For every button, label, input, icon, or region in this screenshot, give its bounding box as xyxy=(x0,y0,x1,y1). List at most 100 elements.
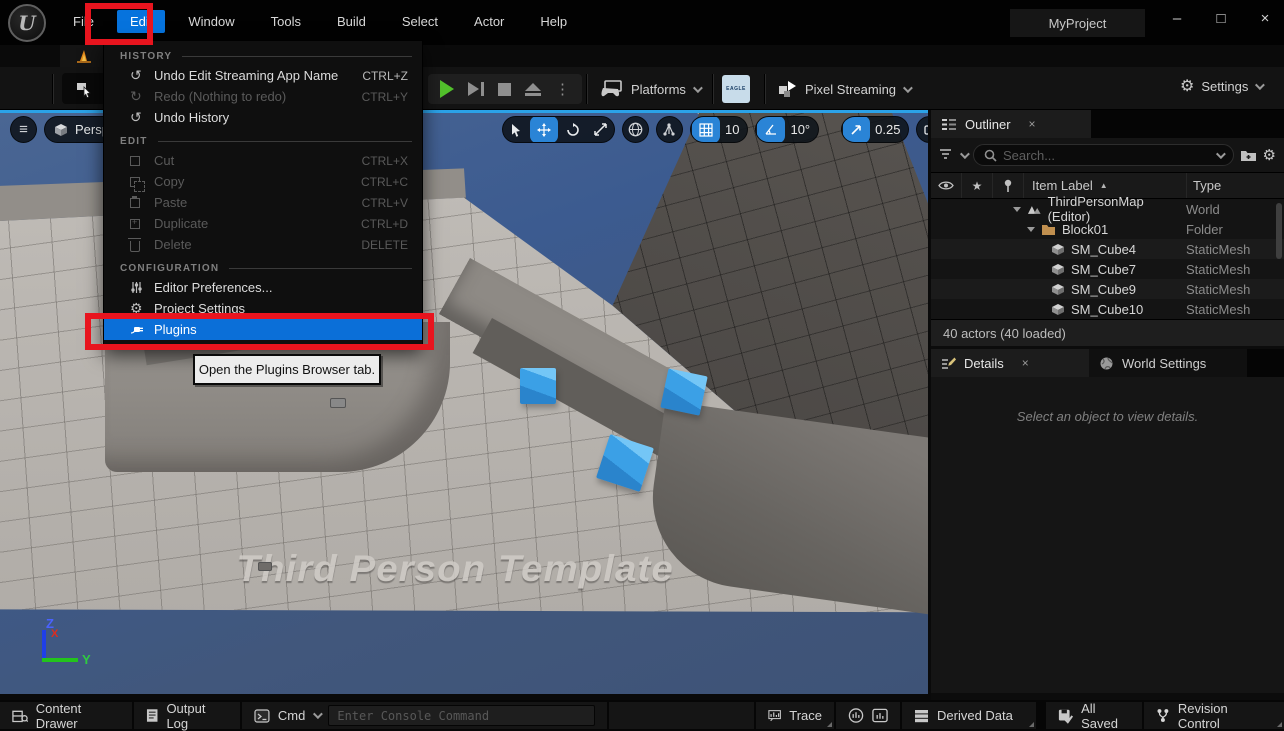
eject-button[interactable] xyxy=(525,83,541,96)
search-input[interactable] xyxy=(1003,148,1210,163)
tab-world-settings[interactable]: World Settings xyxy=(1089,349,1247,377)
menu-item-label: Copy xyxy=(152,174,361,189)
menu-item-undo-history[interactable]: ↺ Undo History xyxy=(104,107,422,128)
outliner-scrollbar[interactable] xyxy=(1276,203,1282,259)
blue-cube[interactable] xyxy=(660,368,707,415)
move-tool-button[interactable] xyxy=(530,116,558,143)
close-button[interactable]: × xyxy=(1256,10,1274,27)
tab-label: Details xyxy=(964,356,1004,371)
scale-snap-button[interactable] xyxy=(843,116,870,143)
player-start-marker[interactable] xyxy=(330,398,346,408)
derived-data-button[interactable]: Derived Data xyxy=(902,702,1036,729)
console-command-input[interactable] xyxy=(328,705,595,726)
player-start-marker[interactable] xyxy=(258,562,272,571)
insights-store-icon[interactable] xyxy=(872,707,888,724)
caret-down-icon[interactable] xyxy=(1027,227,1035,232)
menu-item-duplicate[interactable]: Duplicate CTRL+D xyxy=(104,213,422,234)
select-tool-button[interactable] xyxy=(503,116,529,143)
tab-details[interactable]: Details × xyxy=(931,349,1089,377)
menu-item-label: Paste xyxy=(152,195,362,210)
menu-section-edit: EDIT xyxy=(104,132,422,150)
outliner-search-box[interactable] xyxy=(973,144,1234,166)
select-mode-button[interactable] xyxy=(62,73,106,104)
maximize-button[interactable]: □ xyxy=(1212,10,1230,27)
menu-actor[interactable]: Actor xyxy=(461,10,517,33)
type-column-header[interactable]: Type xyxy=(1187,173,1284,198)
menu-window[interactable]: Window xyxy=(175,10,247,33)
content-drawer-button[interactable]: Content Drawer xyxy=(0,702,132,729)
menu-item-cut[interactable]: Cut CTRL+X xyxy=(104,150,422,171)
menu-item-paste[interactable]: Paste CTRL+V xyxy=(104,192,422,213)
tab-outliner[interactable]: Outliner × xyxy=(931,110,1091,138)
blue-cube[interactable] xyxy=(520,368,556,404)
move-icon xyxy=(537,123,551,137)
row-type: StaticMesh xyxy=(1186,302,1284,317)
world-coordinate-button[interactable] xyxy=(622,116,649,143)
play-button[interactable] xyxy=(440,80,454,98)
pixel-streaming-button[interactable]: Pixel Streaming xyxy=(778,80,910,98)
platforms-button[interactable]: Platforms xyxy=(600,80,700,98)
staticmesh-icon xyxy=(1051,283,1065,296)
settings-label: Settings xyxy=(1201,79,1248,94)
menu-select[interactable]: Select xyxy=(389,10,451,33)
menu-item-undo[interactable]: ↺ Undo Edit Streaming App Name CTRL+Z xyxy=(104,65,422,86)
sort-ascending-icon: ▲ xyxy=(1100,181,1108,190)
transform-tools xyxy=(502,116,615,143)
menu-item-editor-preferences[interactable]: Editor Preferences... xyxy=(104,277,422,298)
menu-tools[interactable]: Tools xyxy=(258,10,314,33)
table-row[interactable]: Block01 Folder xyxy=(931,219,1284,239)
revision-control-button[interactable]: Revision Control xyxy=(1144,702,1284,729)
scale-tool-button[interactable] xyxy=(587,116,614,143)
details-tab-bar: Details × World Settings xyxy=(931,349,1284,377)
submenu-corner xyxy=(827,722,832,727)
eagle-plugin-button[interactable]: EAGLE xyxy=(722,75,750,103)
details-icon xyxy=(941,356,956,370)
sliders-icon xyxy=(130,281,152,294)
scale-snap-value[interactable]: 0.25 xyxy=(871,122,908,137)
table-row[interactable]: SM_Cube10 StaticMesh xyxy=(931,299,1284,319)
chevron-down-icon[interactable] xyxy=(960,149,970,159)
menu-help[interactable]: Help xyxy=(527,10,580,33)
snap-toolbar: 10 10° 0.25 xyxy=(502,116,928,143)
grid-snap-button[interactable] xyxy=(692,116,720,143)
project-title-tab[interactable]: MyProject xyxy=(1010,9,1145,37)
table-row[interactable]: ThirdPersonMap (Editor) World xyxy=(931,199,1284,219)
insights-session-icon[interactable] xyxy=(848,707,864,724)
rotation-snap-button[interactable] xyxy=(757,116,785,143)
menu-build[interactable]: Build xyxy=(324,10,379,33)
play-options-kebab-icon[interactable]: ⋮ xyxy=(555,80,570,98)
close-icon[interactable]: × xyxy=(1022,356,1029,370)
redo-icon: ↻ xyxy=(130,88,152,105)
surface-snapping-button[interactable] xyxy=(656,116,683,143)
filter-icon[interactable] xyxy=(939,149,954,161)
new-folder-icon[interactable] xyxy=(1240,148,1257,162)
table-row[interactable]: SM_Cube4 StaticMesh xyxy=(931,239,1284,259)
grid-snap-value[interactable]: 10 xyxy=(721,122,747,137)
minimize-button[interactable]: – xyxy=(1168,10,1186,27)
cmd-label[interactable]: Cmd xyxy=(278,708,305,723)
chevron-down-icon[interactable] xyxy=(1216,149,1226,159)
close-icon[interactable]: × xyxy=(1029,117,1036,131)
delete-icon xyxy=(130,238,152,252)
gear-icon[interactable]: ⚙ xyxy=(1263,146,1276,164)
menu-item-copy[interactable]: Copy CTRL+C xyxy=(104,171,422,192)
trace-button[interactable]: Trace xyxy=(756,702,834,729)
rotate-tool-button[interactable] xyxy=(559,116,587,143)
rotation-snap-value[interactable]: 10° xyxy=(786,122,818,137)
settings-button[interactable]: ⚙ Settings xyxy=(1180,76,1262,96)
viewport-options-button[interactable]: ≡ xyxy=(10,116,37,143)
table-row[interactable]: SM_Cube9 StaticMesh xyxy=(931,279,1284,299)
chevron-down-icon[interactable] xyxy=(313,709,323,719)
output-log-button[interactable]: Output Log xyxy=(134,702,240,729)
outliner-tree: ThirdPersonMap (Editor) World Block01 Fo… xyxy=(931,199,1284,319)
scale-arrow-icon xyxy=(850,123,863,136)
table-row[interactable]: SM_Cube7 StaticMesh xyxy=(931,259,1284,279)
undo-icon: ↺ xyxy=(130,67,152,84)
frame-skip-button[interactable] xyxy=(468,82,484,96)
camera-speed-button[interactable] xyxy=(917,116,928,143)
all-saved-button[interactable]: All Saved xyxy=(1046,702,1142,729)
caret-down-icon[interactable] xyxy=(1013,207,1021,212)
stop-button[interactable] xyxy=(498,83,511,96)
menu-item-delete[interactable]: Delete DELETE xyxy=(104,234,422,255)
menu-item-redo[interactable]: ↻ Redo (Nothing to redo) CTRL+Y xyxy=(104,86,422,107)
